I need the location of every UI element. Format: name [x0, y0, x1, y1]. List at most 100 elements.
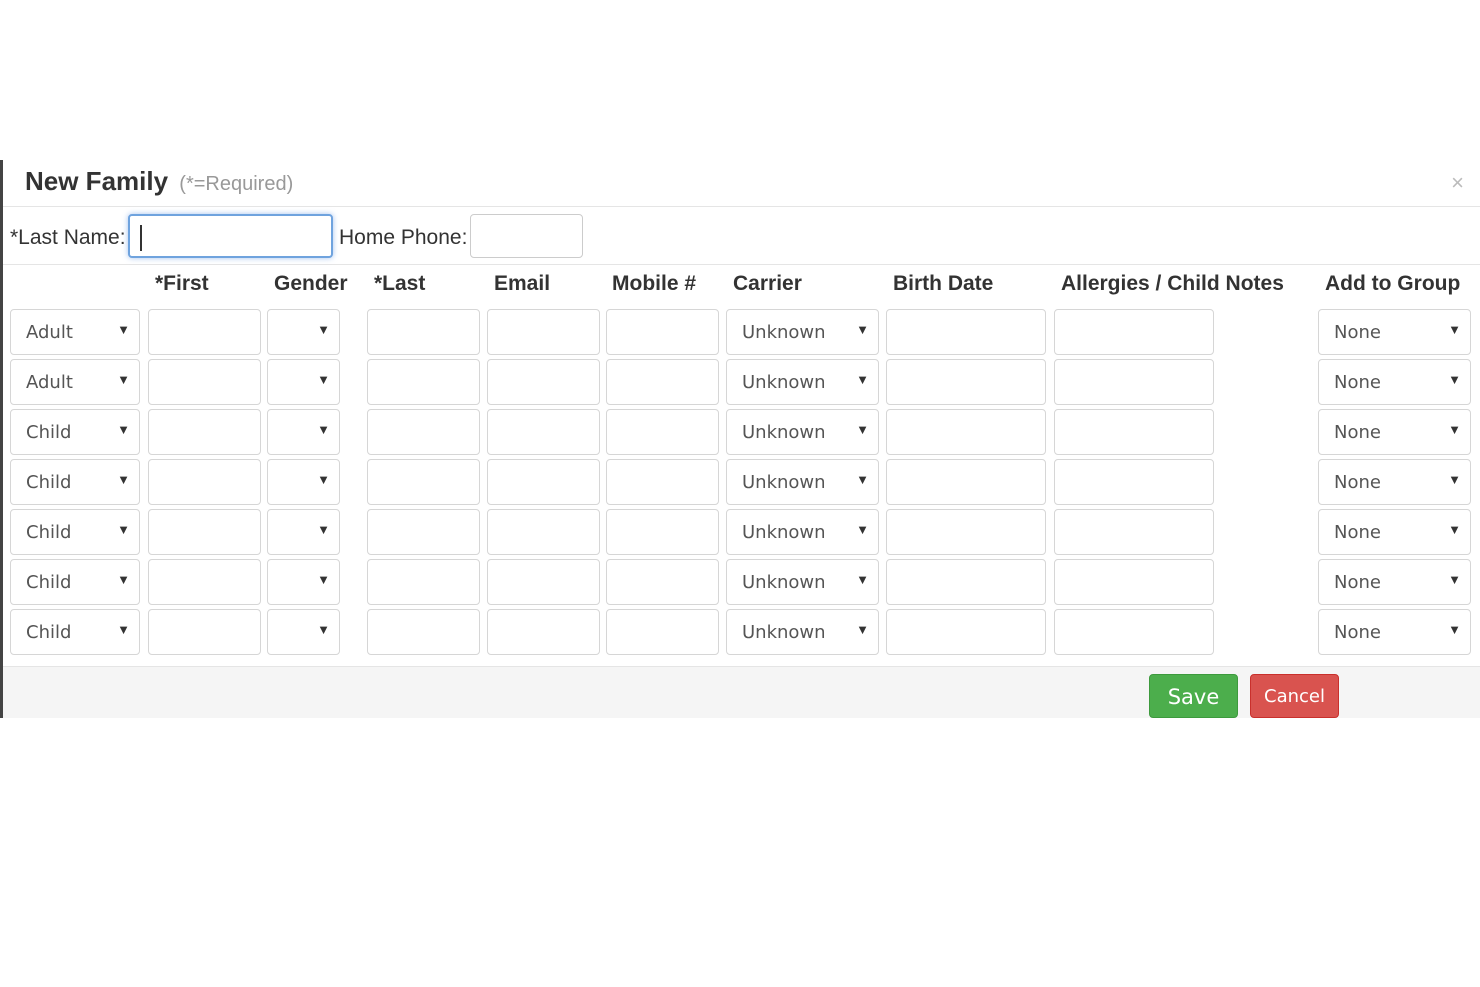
group-select[interactable]: None ▼	[1318, 559, 1471, 605]
col-header-group: Add to Group	[1325, 272, 1461, 295]
member-type-select-value: Child	[26, 572, 72, 593]
home-phone-input[interactable]	[470, 214, 583, 258]
chevron-down-icon: ▼	[317, 522, 330, 537]
member-type-select-value: Child	[26, 472, 72, 493]
member-type-select[interactable]: Adult ▼	[10, 309, 140, 355]
email-input[interactable]	[487, 509, 600, 555]
gender-select[interactable]: ▼	[267, 559, 340, 605]
group-select[interactable]: None ▼	[1318, 509, 1471, 555]
last-name-member-input[interactable]	[367, 409, 480, 455]
carrier-select[interactable]: Unknown ▼	[726, 559, 879, 605]
text-cursor	[140, 225, 142, 251]
last-name-member-input[interactable]	[367, 559, 480, 605]
dialog-header: New Family (*=Required) ×	[3, 160, 1480, 207]
member-type-select[interactable]: Adult ▼	[10, 359, 140, 405]
birth-date-input[interactable]	[886, 609, 1046, 655]
carrier-select[interactable]: Unknown ▼	[726, 459, 879, 505]
chevron-down-icon: ▼	[117, 372, 130, 387]
birth-date-input[interactable]	[886, 309, 1046, 355]
member-row: Child ▼ ▼ Unknown ▼ None ▼	[3, 509, 1480, 559]
carrier-select[interactable]: Unknown ▼	[726, 509, 879, 555]
birth-date-input[interactable]	[886, 459, 1046, 505]
mobile-input[interactable]	[606, 559, 719, 605]
notes-input[interactable]	[1054, 509, 1214, 555]
chevron-down-icon: ▼	[856, 522, 869, 537]
gender-select[interactable]: ▼	[267, 509, 340, 555]
chevron-down-icon: ▼	[317, 322, 330, 337]
gender-select[interactable]: ▼	[267, 459, 340, 505]
carrier-select-value: Unknown	[742, 622, 826, 643]
member-type-select[interactable]: Child ▼	[10, 559, 140, 605]
mobile-input[interactable]	[606, 309, 719, 355]
notes-input[interactable]	[1054, 409, 1214, 455]
first-name-input[interactable]	[148, 409, 261, 455]
first-name-input[interactable]	[148, 609, 261, 655]
chevron-down-icon: ▼	[1448, 622, 1461, 637]
email-input[interactable]	[487, 309, 600, 355]
col-header-email: Email	[494, 272, 551, 295]
mobile-input[interactable]	[606, 509, 719, 555]
email-input[interactable]	[487, 609, 600, 655]
member-row: Child ▼ ▼ Unknown ▼ None ▼	[3, 559, 1480, 609]
group-select[interactable]: None ▼	[1318, 359, 1471, 405]
group-select[interactable]: None ▼	[1318, 309, 1471, 355]
carrier-select-value: Unknown	[742, 522, 826, 543]
notes-input[interactable]	[1054, 609, 1214, 655]
first-name-input[interactable]	[148, 359, 261, 405]
cancel-button[interactable]: Cancel	[1250, 674, 1339, 718]
birth-date-input[interactable]	[886, 409, 1046, 455]
carrier-select[interactable]: Unknown ▼	[726, 359, 879, 405]
mobile-input[interactable]	[606, 459, 719, 505]
mobile-input[interactable]	[606, 409, 719, 455]
chevron-down-icon: ▼	[117, 522, 130, 537]
last-name-member-input[interactable]	[367, 509, 480, 555]
email-input[interactable]	[487, 459, 600, 505]
chevron-down-icon: ▼	[1448, 472, 1461, 487]
member-type-select[interactable]: Child ▼	[10, 409, 140, 455]
carrier-select[interactable]: Unknown ▼	[726, 409, 879, 455]
notes-input[interactable]	[1054, 559, 1214, 605]
last-name-member-input[interactable]	[367, 459, 480, 505]
gender-select[interactable]: ▼	[267, 409, 340, 455]
first-name-input[interactable]	[148, 309, 261, 355]
last-name-member-input[interactable]	[367, 609, 480, 655]
email-input[interactable]	[487, 409, 600, 455]
notes-input[interactable]	[1054, 359, 1214, 405]
last-name-input[interactable]	[128, 214, 333, 258]
member-type-select[interactable]: Child ▼	[10, 509, 140, 555]
required-note: (*=Required)	[179, 173, 294, 195]
group-select-value: None	[1334, 422, 1381, 443]
carrier-select-value: Unknown	[742, 322, 826, 343]
chevron-down-icon: ▼	[856, 422, 869, 437]
col-header-last: *Last	[374, 272, 426, 295]
gender-select[interactable]: ▼	[267, 309, 340, 355]
email-input[interactable]	[487, 359, 600, 405]
notes-input[interactable]	[1054, 309, 1214, 355]
mobile-input[interactable]	[606, 609, 719, 655]
member-type-select[interactable]: Child ▼	[10, 459, 140, 505]
group-select[interactable]: None ▼	[1318, 609, 1471, 655]
last-name-member-input[interactable]	[367, 359, 480, 405]
group-select[interactable]: None ▼	[1318, 409, 1471, 455]
birth-date-input[interactable]	[886, 559, 1046, 605]
save-button[interactable]: Save	[1149, 674, 1238, 718]
group-select[interactable]: None ▼	[1318, 459, 1471, 505]
chevron-down-icon: ▼	[856, 572, 869, 587]
notes-input[interactable]	[1054, 459, 1214, 505]
last-name-member-input[interactable]	[367, 309, 480, 355]
new-family-dialog: New Family (*=Required) × *Last Name: Ho…	[0, 160, 1480, 718]
birth-date-input[interactable]	[886, 359, 1046, 405]
gender-select[interactable]: ▼	[267, 359, 340, 405]
email-input[interactable]	[487, 559, 600, 605]
member-type-select[interactable]: Child ▼	[10, 609, 140, 655]
carrier-select[interactable]: Unknown ▼	[726, 309, 879, 355]
close-icon[interactable]: ×	[1451, 170, 1464, 196]
gender-select[interactable]: ▼	[267, 609, 340, 655]
birth-date-input[interactable]	[886, 509, 1046, 555]
first-name-input[interactable]	[148, 509, 261, 555]
first-name-input[interactable]	[148, 459, 261, 505]
carrier-select[interactable]: Unknown ▼	[726, 609, 879, 655]
mobile-input[interactable]	[606, 359, 719, 405]
first-name-input[interactable]	[148, 559, 261, 605]
chevron-down-icon: ▼	[117, 422, 130, 437]
